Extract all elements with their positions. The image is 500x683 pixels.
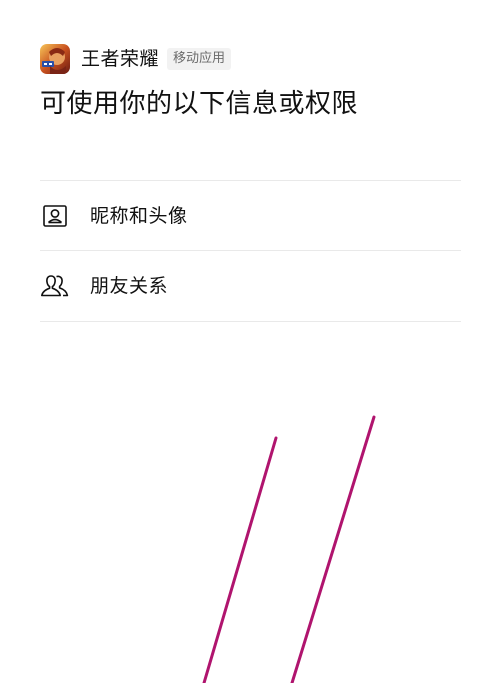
decorative-line-left (202, 436, 278, 683)
decorative-lines (202, 415, 376, 683)
decorative-line-right (290, 415, 376, 683)
